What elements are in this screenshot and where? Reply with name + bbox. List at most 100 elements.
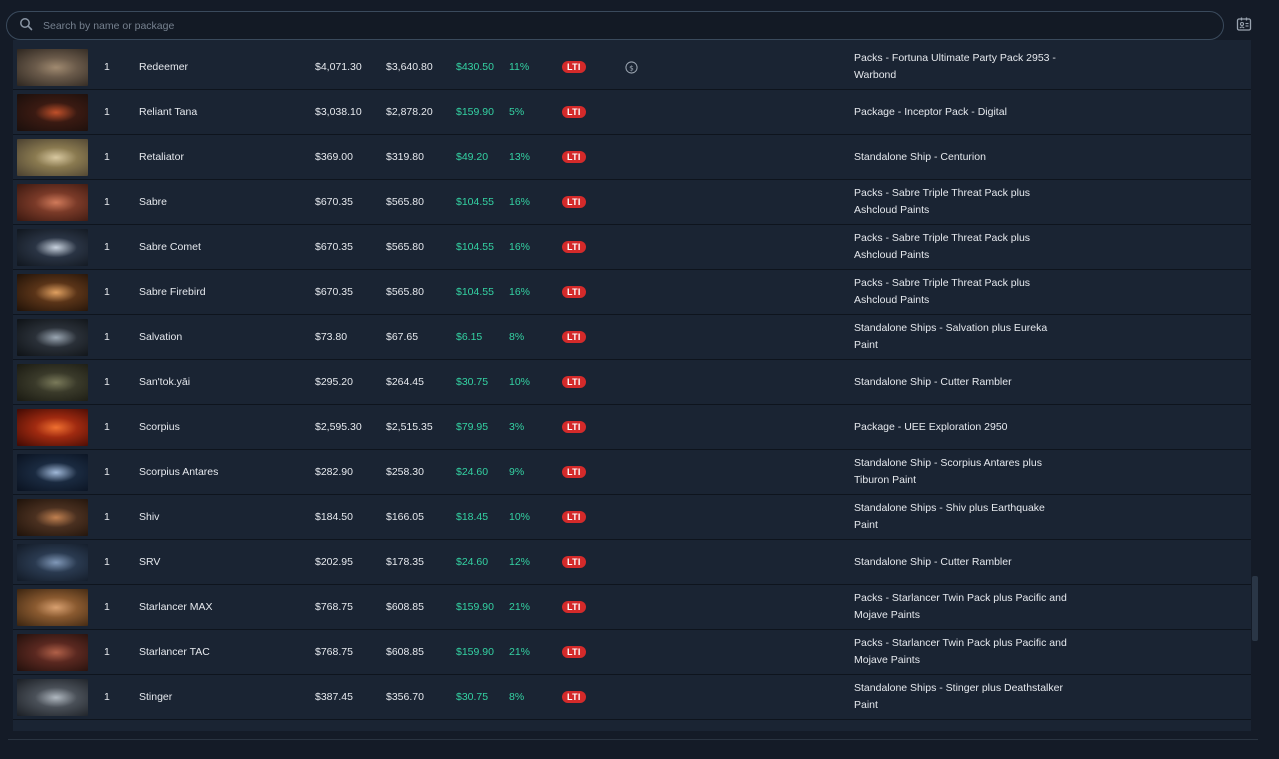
table-row[interactable]: 1 Redeemer $4,071.30 $3,640.80 $430.50 11% Pac…: [13, 45, 1251, 90]
ship-name: Scorpius: [139, 421, 180, 433]
ship-thumbnail: [17, 409, 88, 446]
ship-name: SRV: [139, 556, 161, 568]
table-row[interactable]: 1 Sabre $670.35 $565.80 $104.55 16% Packs - Sa…: [13, 180, 1251, 225]
savings-percent-cell: 16%: [509, 196, 531, 208]
table-row[interactable]: 1 Starlancer TAC $768.75 $608.85 $159.90 21% P…: [13, 630, 1251, 675]
lti-badge: LTI: [562, 691, 586, 703]
table-row[interactable]: 1 Scorpius Antares $282.90 $258.30 $24.60 9% S…: [13, 450, 1251, 495]
melt-value-cell: $258.30: [386, 466, 424, 478]
melt-value-cell: $565.80: [386, 241, 424, 253]
savings-percent-cell: 11%: [509, 61, 530, 73]
ships-table: 1 Redeemer $4,071.30 $3,640.80 $430.50 11% Pac…: [13, 40, 1251, 731]
id-card-icon[interactable]: [1236, 16, 1252, 32]
source-package-cell: Standalone Ships - Stinger plus Deathsta…: [854, 682, 1063, 711]
savings-cell: $24.60: [456, 556, 489, 568]
melt-value-cell: $166.05: [386, 511, 424, 523]
source-package-cell: Package - UEE Exploration 2950: [854, 420, 1008, 433]
quantity-cell: 1: [104, 286, 110, 298]
price-cell: $387.45: [315, 691, 353, 703]
ship-name: Reliant Tana: [139, 106, 198, 118]
ship-name: Scorpius Antares: [139, 466, 219, 478]
lti-badge: LTI: [562, 61, 586, 73]
search-bar[interactable]: [6, 11, 1224, 40]
quantity-cell: 1: [104, 466, 110, 478]
lti-badge: LTI: [562, 241, 586, 253]
price-cell: $4,071.30: [315, 61, 362, 73]
source-package-cell: Packs - Sabre Triple Threat Pack plus As…: [854, 232, 1031, 261]
source-package-cell: Standalone Ships - Shiv plus Earthquake …: [854, 502, 1045, 531]
search-input[interactable]: [33, 12, 1223, 39]
price-cell: $184.50: [315, 511, 353, 523]
ship-thumbnail: [17, 679, 88, 716]
ship-name: Starlancer MAX: [139, 601, 213, 613]
ship-name: Sabre: [139, 196, 168, 208]
table-row[interactable]: 1 Retaliator $369.00 $319.80 $49.20 13% Standa…: [13, 135, 1251, 180]
melt-value-cell: $608.85: [386, 601, 424, 613]
dollar-coin-icon[interactable]: $: [625, 60, 638, 74]
melt-value-cell: $67.65: [386, 331, 419, 343]
ship-thumbnail: [17, 634, 88, 671]
ship-thumbnail: [17, 364, 88, 401]
ship-name: Sabre Comet: [139, 241, 201, 253]
scrollbar-thumb[interactable]: [1252, 576, 1258, 641]
lti-badge: LTI: [562, 646, 586, 658]
ship-thumbnail: [17, 544, 88, 581]
melt-value-cell: $178.35: [386, 556, 424, 568]
savings-cell: $6.15: [456, 331, 483, 343]
melt-value-cell: $608.85: [386, 646, 424, 658]
quantity-cell: 1: [104, 691, 110, 703]
savings-cell: $430.50: [456, 61, 494, 73]
ship-name: Shiv: [139, 511, 160, 523]
divider: [8, 739, 1258, 740]
price-cell: $369.00: [315, 151, 353, 163]
savings-percent-cell: 13%: [509, 151, 531, 163]
savings-percent-cell: 16%: [509, 241, 531, 253]
table-row[interactable]: 1 Stinger $387.45 $356.70 $30.75 8% Standalone…: [13, 675, 1251, 720]
table-row[interactable]: 1 Sabre Firebird $670.35 $565.80 $104.55 16% P…: [13, 270, 1251, 315]
ship-thumbnail: [17, 139, 88, 176]
search-icon: [19, 17, 33, 34]
table-row[interactable]: 1 Scorpius $2,595.30 $2,515.35 $79.95 3% Packa…: [13, 405, 1251, 450]
savings-cell: $104.55: [456, 286, 494, 298]
savings-percent-cell: 16%: [509, 286, 531, 298]
lti-badge: LTI: [562, 556, 586, 568]
lti-badge: LTI: [562, 601, 586, 613]
table-row[interactable]: 1 Reliant Tana $3,038.10 $2,878.20 $159.90 5%…: [13, 90, 1251, 135]
source-package-cell: Packs - Starlancer Twin Pack plus Pacifi…: [854, 637, 1067, 666]
price-cell: $768.75: [315, 646, 353, 658]
savings-cell: $79.95: [456, 421, 489, 433]
quantity-cell: 1: [104, 646, 110, 658]
table-row[interactable]: 1 Shiv $184.50 $166.05 $18.45 10% Standalone S…: [13, 495, 1251, 540]
lti-badge: LTI: [562, 196, 586, 208]
melt-value-cell: $356.70: [386, 691, 424, 703]
quantity-cell: 1: [104, 376, 110, 388]
quantity-cell: 1: [104, 601, 110, 613]
source-package-cell: Standalone Ship - Cutter Rambler: [854, 375, 1012, 388]
price-cell: $670.35: [315, 286, 353, 298]
savings-cell: $18.45: [456, 511, 489, 523]
table-row[interactable]: 1 Sabre Comet $670.35 $565.80 $104.55 16% Pack…: [13, 225, 1251, 270]
table-row[interactable]: 1 Salvation $73.80 $67.65 $6.15 8% Standalone …: [13, 315, 1251, 360]
melt-value-cell: $2,878.20: [386, 106, 433, 118]
table-row[interactable]: 1 SRV $202.95 $178.35 $24.60 12% Standalone Sh…: [13, 540, 1251, 585]
ship-name: Starlancer TAC: [139, 646, 210, 658]
source-package-cell: Standalone Ship - Cutter Rambler: [854, 555, 1012, 568]
lti-badge: LTI: [562, 331, 586, 343]
lti-badge: LTI: [562, 511, 586, 523]
quantity-cell: 1: [104, 106, 110, 118]
ship-thumbnail: [17, 454, 88, 491]
quantity-cell: 1: [104, 511, 110, 523]
source-package-cell: Packs - Sabre Triple Threat Pack plus As…: [854, 187, 1031, 216]
ship-name: Sabre Firebird: [139, 286, 206, 298]
price-cell: $3,038.10: [315, 106, 362, 118]
table-row[interactable]: 1 San'tok.yāi $295.20 $264.45 $30.75 10% Stand…: [13, 360, 1251, 405]
source-package-cell: Standalone Ships - Salvation plus Eureka…: [854, 322, 1048, 351]
source-package-cell: Packs - Fortuna Ultimate Party Pack 2953…: [854, 52, 1056, 81]
ship-name: San'tok.yāi: [139, 376, 191, 388]
savings-percent-cell: 21%: [509, 646, 531, 658]
ship-thumbnail: [17, 319, 88, 356]
quantity-cell: 1: [104, 331, 110, 343]
lti-badge: LTI: [562, 376, 586, 388]
table-row[interactable]: 1 Starlancer MAX $768.75 $608.85 $159.90 21% P…: [13, 585, 1251, 630]
savings-percent-cell: 8%: [509, 331, 525, 343]
